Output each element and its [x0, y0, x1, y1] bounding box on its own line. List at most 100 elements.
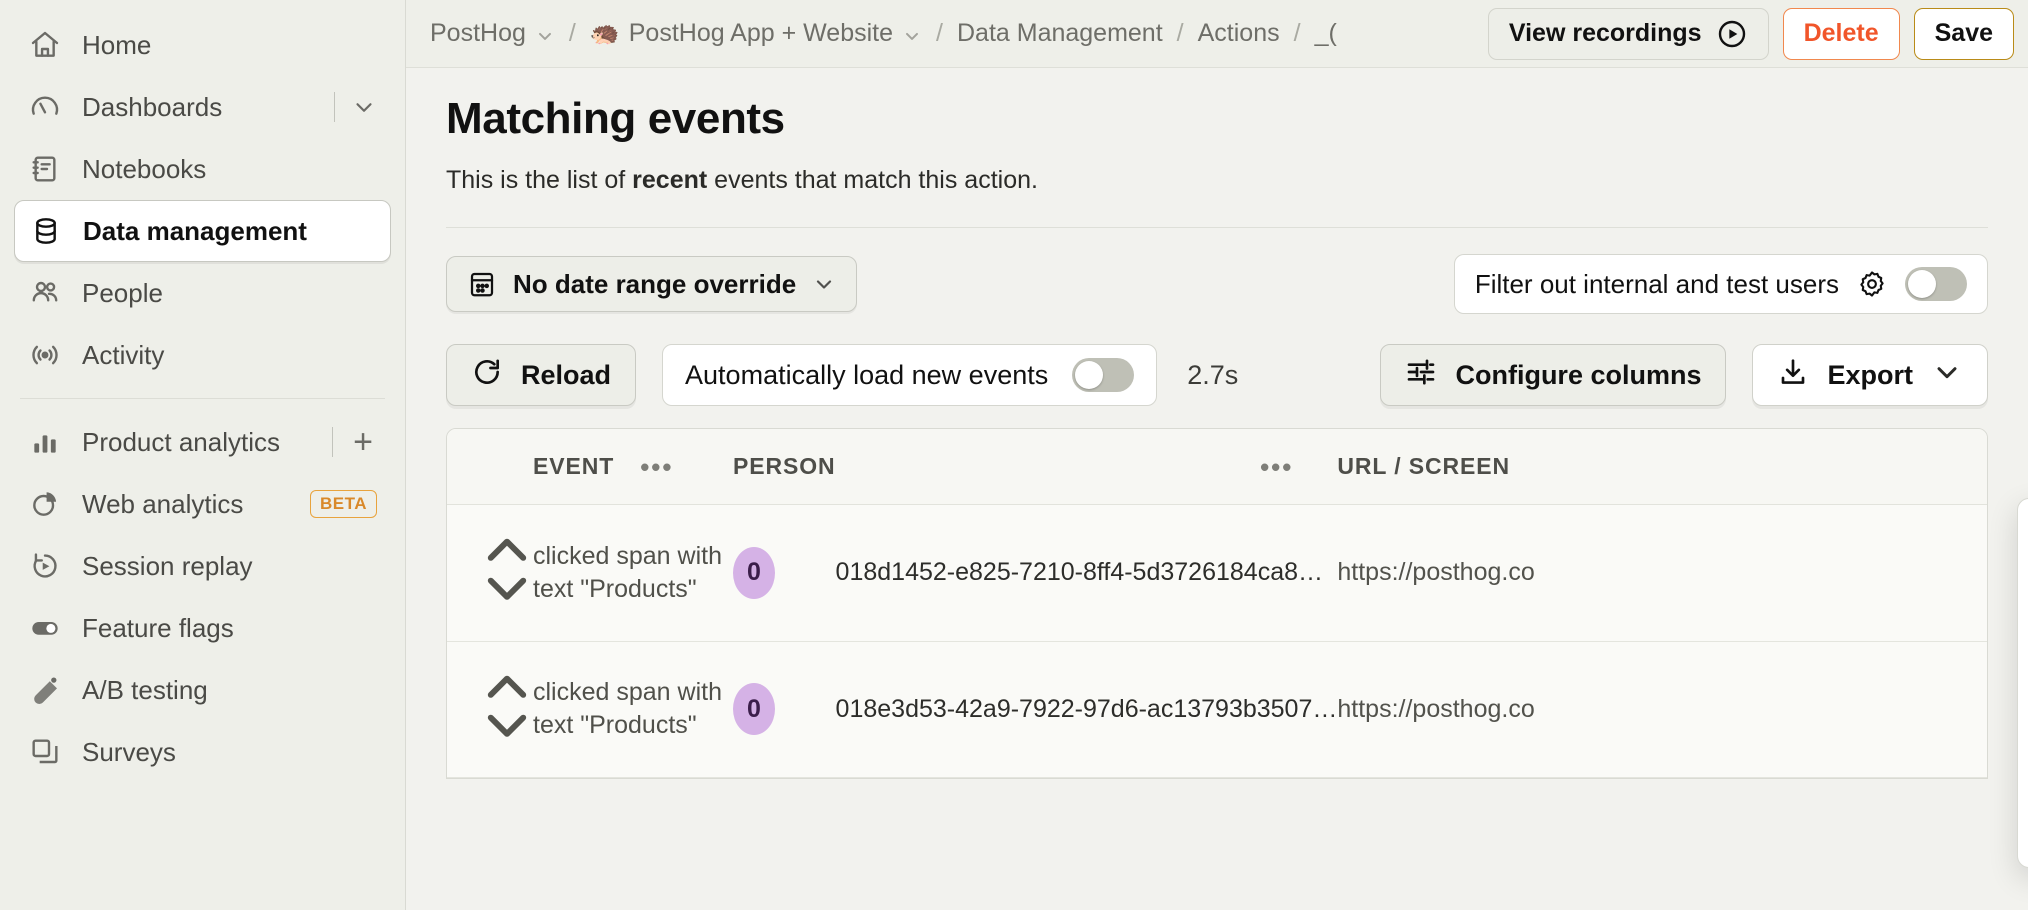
event-name: clicked span with text "Products" — [533, 541, 722, 603]
column-header-url[interactable]: URL / SCREEN — [1337, 429, 1987, 505]
topbar-actions: View recordings Delete Save — [1487, 7, 2014, 60]
sidebar-item-label: Product analytics — [82, 426, 280, 457]
events-table-element: EVENT ••• PERSON ••• URL / SCREEN clicke… — [447, 429, 1987, 778]
internal-users-label: Filter out internal and test users — [1474, 268, 1839, 299]
notebook-icon — [28, 152, 62, 186]
person-column-menu-icon[interactable]: ••• — [1260, 454, 1293, 480]
column-header-event[interactable]: EVENT ••• — [533, 429, 733, 505]
subtitle-emphasis: recent — [632, 166, 708, 194]
export-button[interactable]: Export — [1752, 344, 1988, 406]
gauge-icon — [28, 90, 62, 124]
event-name: clicked span with text "Products" — [533, 678, 722, 740]
plus-icon[interactable]: + — [349, 425, 377, 459]
divider — [332, 427, 334, 457]
sidebar-item-people[interactable]: People — [14, 262, 391, 324]
pie-chart-icon — [28, 487, 62, 521]
row-person-id-cell[interactable]: 018e3d53-42a9-7922-97d6-ac13793b3507… — [835, 641, 1338, 778]
chevron-down-icon[interactable] — [351, 94, 377, 120]
sidebar-item-ab-testing[interactable]: A/B testing — [14, 659, 391, 721]
subtitle-pre: This is the list of — [446, 166, 633, 194]
breadcrumb-item-posthog[interactable]: PostHog — [430, 19, 555, 48]
column-header-url-label: URL / SCREEN — [1337, 453, 1511, 479]
breadcrumb-item-data-management[interactable]: Data Management — [957, 19, 1163, 48]
view-recordings-label: View recordings — [1508, 19, 1702, 47]
menu-item-edit-sql-directly[interactable]: Edit SQL directly — [2018, 785, 2028, 853]
expand-rows-icon[interactable] — [481, 675, 533, 754]
sidebar-item-home[interactable]: Home — [14, 14, 391, 76]
sidebar-item-label: Notebooks — [82, 153, 207, 184]
table-row[interactable]: clicked span with text "Products" 0 018d… — [447, 504, 1987, 642]
menu-item-open-table-as-insight[interactable]: Open table as a new insight — [2018, 717, 2028, 785]
row-expand-cell[interactable] — [447, 504, 533, 642]
reload-label: Reload — [521, 359, 612, 390]
query-duration: 2.7s — [1187, 359, 1239, 390]
chevron-down-icon[interactable] — [902, 24, 922, 44]
sidebar-item-label: Activity — [82, 339, 165, 370]
sidebar-item-notebooks[interactable]: Notebooks — [14, 138, 391, 200]
download-icon — [1777, 356, 1809, 395]
toggle-knob — [1075, 361, 1104, 389]
sidebar-item-dashboards[interactable]: Dashboards — [14, 76, 391, 138]
sidebar-item-activity[interactable]: Activity — [14, 324, 391, 386]
sidebar-item-web-analytics[interactable]: Web analytics BETA — [14, 473, 391, 535]
expand-rows-icon[interactable] — [481, 538, 533, 618]
filter-row: No date range override Filter out intern… — [446, 228, 1988, 338]
page-subtitle: This is the list of recent events that m… — [446, 166, 1988, 195]
breadcrumb-item-actions[interactable]: Actions — [1198, 19, 1280, 48]
auto-load-control[interactable]: Automatically load new events — [662, 344, 1158, 406]
breadcrumb-item-current[interactable]: _( — [1315, 19, 1337, 48]
row-expand-cell[interactable] — [447, 641, 533, 778]
sidebar-item-label: Session replay — [82, 550, 253, 581]
person-id: 018d1452-e825-7210-8ff4-5d3726184ca8… — [835, 558, 1323, 587]
breadcrumb-separator: / — [936, 19, 943, 47]
chevron-down-icon[interactable] — [535, 24, 555, 44]
events-table: EVENT ••• PERSON ••• URL / SCREEN clicke… — [446, 428, 1988, 779]
row-person-cell[interactable]: 0 — [733, 641, 836, 778]
column-header-person[interactable]: PERSON — [733, 429, 836, 505]
sidebar-item-surveys[interactable]: Surveys — [14, 721, 391, 783]
row-person-id-cell[interactable]: 018d1452-e825-7210-8ff4-5d3726184ca8… — [835, 504, 1338, 642]
menu-item-export-all-columns[interactable]: Export all columns — [2018, 581, 2028, 649]
sidebar-item-product-analytics[interactable]: Product analytics + — [14, 411, 391, 473]
row-event-cell: clicked span with text "Products" — [533, 641, 733, 778]
column-header-event-label: EVENT — [533, 453, 615, 479]
play-circle-icon — [1716, 18, 1748, 50]
internal-users-filter[interactable]: Filter out internal and test users — [1453, 254, 1988, 314]
configure-columns-button[interactable]: Configure columns — [1380, 344, 1727, 406]
row-person-cell[interactable]: 0 — [733, 504, 836, 642]
internal-users-toggle[interactable] — [1905, 267, 1967, 301]
gear-icon[interactable] — [1857, 269, 1887, 299]
reload-button[interactable]: Reload — [446, 344, 637, 406]
column-header-person-id: ••• — [835, 429, 1338, 505]
sidebar-item-label: Home — [82, 29, 152, 60]
url-value: https://posthog.co — [1337, 694, 1535, 723]
event-column-menu-icon[interactable]: ••• — [640, 454, 673, 480]
menu-item-copy-to-clipboard[interactable]: Copy to clipboard — [2018, 649, 2028, 717]
product-analytics-actions: + — [332, 425, 377, 459]
avatar: 0 — [733, 683, 775, 736]
people-icon — [28, 276, 62, 310]
save-button[interactable]: Save — [1913, 7, 2014, 60]
sidebar-item-session-replay[interactable]: Session replay — [14, 535, 391, 597]
menu-item-export-current-columns[interactable]: Export current columns — [2018, 513, 2028, 581]
table-row[interactable]: clicked span with text "Products" 0 018e… — [447, 641, 1987, 778]
activity-icon — [28, 338, 62, 372]
row-url-cell[interactable]: https://posthog.co — [1337, 504, 1987, 642]
sidebar: Home Dashboards Notebooks Data managemen… — [0, 0, 406, 910]
main-area: PostHog / 🦔 PostHog App + Website / Data… — [406, 0, 2028, 910]
row-url-cell[interactable]: https://posthog.co — [1337, 641, 1987, 778]
auto-load-toggle[interactable] — [1072, 358, 1135, 392]
export-label: Export — [1827, 359, 1913, 390]
date-range-dropdown[interactable]: No date range override — [446, 256, 858, 312]
view-recordings-button[interactable]: View recordings — [1487, 7, 1769, 60]
export-dropdown-menu: Export current columns Export all column… — [2017, 498, 2028, 868]
flask-icon — [28, 673, 62, 707]
breadcrumb-item-project[interactable]: 🦔 PostHog App + Website — [590, 19, 922, 48]
delete-button[interactable]: Delete — [1782, 7, 1900, 60]
database-icon — [29, 214, 63, 248]
sidebar-item-label: People — [82, 277, 163, 308]
sidebar-item-data-management[interactable]: Data management — [14, 200, 391, 262]
toggle-knob — [1908, 270, 1936, 298]
beta-badge: BETA — [309, 490, 377, 518]
sidebar-item-feature-flags[interactable]: Feature flags — [14, 597, 391, 659]
